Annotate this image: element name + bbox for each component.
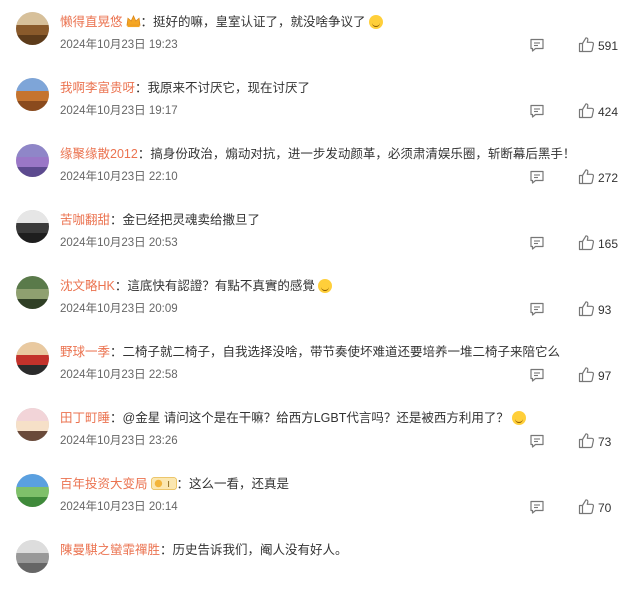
comment-timestamp: 2024年10月23日 22:10 [60, 171, 178, 183]
separator-colon: ： [137, 147, 151, 161]
avatar[interactable] [16, 276, 49, 309]
comment-item: 懒得直晃悠 ：挺好的嘛，皇室认证了，就没啥争议了 2024年10月23日 19:23… [0, 10, 640, 76]
comment-item: 野球一季：二椅子就二椅子，自我选择没啥，带节奏使坏难道还要培养一堆二椅子来陪它么… [0, 340, 640, 406]
avatar[interactable] [16, 144, 49, 177]
username-link[interactable]: 百年投资大变局 [60, 477, 148, 491]
avatar[interactable] [16, 342, 49, 375]
crown-badge-icon [126, 14, 141, 34]
username-link[interactable]: 我啊李富贵呀 [60, 81, 135, 95]
reply-icon[interactable] [529, 499, 545, 515]
comment-timestamp: 2024年10月23日 19:17 [60, 105, 178, 117]
avatar[interactable] [16, 78, 49, 111]
comment-timestamp: 2024年10月23日 22:58 [60, 369, 178, 381]
avatar[interactable] [16, 12, 49, 45]
separator-colon: ： [176, 477, 190, 491]
comment-item: 缘聚缘散2012：搞身份政治，煽动对抗，进一步发动颜革，必须肃清娱乐圈，斩断幕后… [0, 142, 640, 208]
username-link[interactable]: 缘聚缘散2012 [60, 147, 138, 161]
comment-body: 沈文略HK：這底快有認證？有點不真實的感覺 [60, 276, 630, 296]
reply-icon[interactable] [529, 169, 545, 185]
laugh-emoji-icon [317, 279, 332, 293]
username-link[interactable]: 懒得直晃悠 [60, 15, 123, 29]
thumbs-up-icon[interactable] [578, 300, 595, 317]
comment-text: 挺好的嘛，皇室认证了，就没啥争议了 [153, 15, 366, 29]
username-link[interactable]: 沈文略HK [60, 279, 115, 293]
comment-item: 陳曼騏之蠻霏禪胜：历史告诉我们，阉人没有好人。 [0, 538, 640, 604]
separator-colon: ： [160, 543, 173, 557]
thumbs-up-icon[interactable] [578, 36, 595, 53]
comment-body: 我啊李富贵呀：我原来不讨厌它，现在讨厌了 [60, 78, 630, 98]
comment-body: 野球一季：二椅子就二椅子，自我选择没啥，带节奏使坏难道还要培养一堆二椅子来陪它么 [60, 342, 630, 362]
comment-timestamp: 2024年10月23日 20:09 [60, 303, 178, 315]
comment-item: 田丁町睡：@金星 请问这个是在干嘛？给西方LGBT代言吗？还是被西方利用了？ 20… [0, 406, 640, 472]
comment-text: 历史告诉我们，阉人没有好人。 [172, 543, 348, 557]
thumbs-up-icon[interactable] [578, 168, 595, 185]
like-count: 73 [598, 435, 612, 449]
reply-icon[interactable] [529, 367, 545, 383]
comment-list: 懒得直晃悠 ：挺好的嘛，皇室认证了，就没啥争议了 2024年10月23日 19:23… [0, 0, 640, 573]
comment-item: 我啊李富贵呀：我原来不讨厌它，现在讨厌了 2024年10月23日 19:17 424 [0, 76, 640, 142]
comment-body: 陳曼騏之蠻霏禪胜：历史告诉我们，阉人没有好人。 [60, 540, 630, 560]
like-count: 93 [598, 303, 612, 317]
reply-icon[interactable] [529, 37, 545, 53]
username-link[interactable]: 野球一季 [60, 345, 110, 359]
reply-icon[interactable] [529, 301, 545, 317]
comment-timestamp: 2024年10月23日 19:23 [60, 39, 178, 51]
comment-text: @金星 请问这个是在干嘛？给西方LGBT代言吗？还是被西方利用了？ [122, 411, 509, 425]
like-count: 70 [598, 501, 612, 515]
separator-colon: ： [114, 279, 128, 293]
like-count: 591 [598, 39, 619, 53]
reply-icon[interactable] [529, 235, 545, 251]
comment-item: 苦咖翻甜：金已经把灵魂卖给撒旦了 2024年10月23日 20:53 165 [0, 208, 640, 274]
separator-colon: ： [110, 411, 123, 425]
thumbs-up-icon[interactable] [578, 498, 595, 515]
avatar[interactable] [16, 540, 49, 573]
thumbs-up-icon[interactable] [578, 366, 595, 383]
comment-item: 百年投资大变局 I ：这么一看，还真是 2024年10月23日 20:14 70 [0, 472, 640, 538]
like-count: 424 [598, 105, 619, 119]
comment-timestamp: 2024年10月23日 20:53 [60, 237, 178, 249]
username-link[interactable]: 田丁町睡 [60, 411, 110, 425]
comment-body: 百年投资大变局 I ：这么一看，还真是 [60, 474, 630, 494]
separator-colon: ： [110, 345, 123, 359]
reply-icon[interactable] [529, 103, 545, 119]
avatar[interactable] [16, 210, 49, 243]
avatar[interactable] [16, 474, 49, 507]
reply-icon[interactable] [529, 433, 545, 449]
comment-body: 懒得直晃悠 ：挺好的嘛，皇室认证了，就没啥争议了 [60, 12, 630, 32]
thinking-emoji-icon [511, 411, 526, 425]
username-link[interactable]: 陳曼騏之蠻霏禪胜 [60, 543, 160, 557]
svg-text:I: I [167, 479, 169, 489]
username-link[interactable]: 苦咖翻甜 [60, 213, 110, 227]
comment-item: 沈文略HK：這底快有認證？有點不真實的感覺 2024年10月23日 20:09 93 [0, 274, 640, 340]
thumbs-up-icon[interactable] [578, 234, 595, 251]
comment-body: 田丁町睡：@金星 请问这个是在干嘛？给西方LGBT代言吗？还是被西方利用了？ [60, 408, 630, 428]
like-count: 165 [598, 237, 619, 251]
comment-text: 搞身份政治，煽动对抗，进一步发动颜革，必须肃清娱乐圈，斩断幕后黑手！ [150, 147, 576, 161]
like-count: 272 [598, 171, 619, 185]
comment-text: 我原来不讨厌它，现在讨厌了 [147, 81, 311, 95]
separator-colon: ： [135, 81, 148, 95]
comment-body: 苦咖翻甜：金已经把灵魂卖给撒旦了 [60, 210, 630, 230]
thumbs-up-icon[interactable] [578, 432, 595, 449]
comment-timestamp: 2024年10月23日 20:14 [60, 501, 178, 513]
like-count: 97 [598, 369, 612, 383]
thumbs-up-icon[interactable] [578, 102, 595, 119]
comment-text: 这么一看，还真是 [189, 477, 290, 491]
avatar[interactable] [16, 408, 49, 441]
separator-colon: ： [140, 15, 154, 29]
comment-text: 金已经把灵魂卖给撒旦了 [122, 213, 261, 227]
laugh-emoji-icon [368, 15, 383, 29]
comment-text: 這底快有認證？有點不真實的感覺 [127, 279, 315, 293]
comment-body: 缘聚缘散2012：搞身份政治，煽动对抗，进一步发动颜革，必须肃清娱乐圈，斩断幕后… [60, 144, 630, 164]
comment-text: 二椅子就二椅子，自我选择没啥，带节奏使坏难道还要培养一堆二椅子来陪它么 [122, 345, 561, 359]
comment-timestamp: 2024年10月23日 23:26 [60, 435, 178, 447]
separator-colon: ： [110, 213, 123, 227]
level-badge-icon: I [150, 476, 177, 496]
